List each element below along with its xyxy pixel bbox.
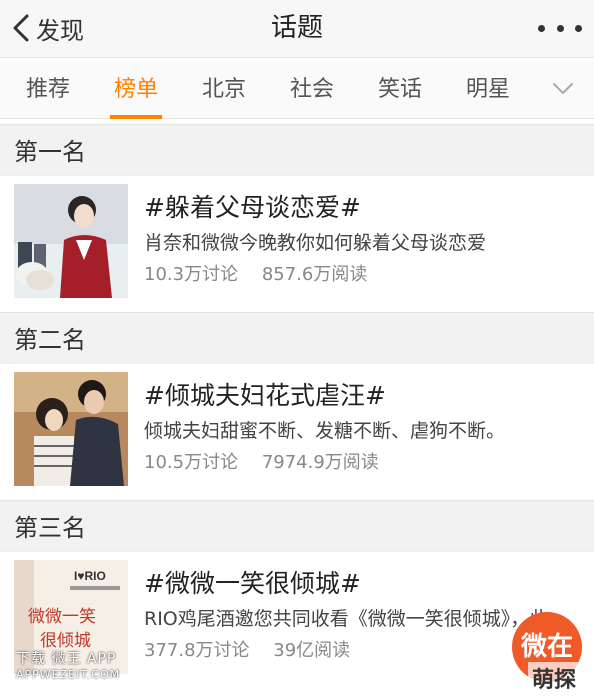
read-count: 857.6万阅读 xyxy=(261,264,368,285)
watermark-url: APPWEZEIT.COM xyxy=(16,668,121,681)
tab-celebrities[interactable]: 明星 xyxy=(456,59,520,119)
discussion-count: 377.8万讨论 xyxy=(144,640,250,661)
thumb-caption-line1: 微微一笑 xyxy=(28,607,96,627)
topic-stats: 10.3万讨论 857.6万阅读 xyxy=(144,260,367,286)
rank-heading-label: 第一名 xyxy=(14,138,86,166)
topic-card-1[interactable]: #躲着父母谈恋爱# 肖奈和微微今晚教你如何躲着父母谈恋爱 10.3万讨论 857… xyxy=(0,176,594,308)
read-count: 39亿阅读 xyxy=(273,640,351,661)
rank-heading-label: 第二名 xyxy=(14,326,86,354)
tab-jokes[interactable]: 笑话 xyxy=(368,59,432,119)
topic-title[interactable]: #躲着父母谈恋爱# xyxy=(144,188,361,224)
topic-thumbnail xyxy=(14,184,128,298)
topic-card-2[interactable]: #倾城夫妇花式虐汪# 倾城夫妇甜蜜不断、发糖不断、虐狗不断。 10.5万讨论 7… xyxy=(0,364,594,496)
tab-bar: 推荐 榜单 北京 社会 笑话 明星 xyxy=(0,59,594,119)
tab-ranking[interactable]: 榜单 xyxy=(104,59,168,119)
corner-logo: 萌探说 xyxy=(528,662,594,696)
rank-heading-2: 第二名 xyxy=(0,312,594,364)
discussion-count: 10.3万讨论 xyxy=(144,264,239,285)
thumb-brand: I♥RIO xyxy=(74,569,106,583)
topic-thumbnail xyxy=(14,372,128,486)
topic-title[interactable]: #倾城夫妇花式虐汪# xyxy=(144,376,386,412)
page-title: 话题 xyxy=(270,13,323,43)
read-count: 7974.9万阅读 xyxy=(261,452,379,473)
tab-society[interactable]: 社会 xyxy=(280,59,344,119)
more-dots-icon[interactable] xyxy=(538,13,582,43)
topic-title[interactable]: #微微一笑很倾城# xyxy=(144,564,361,600)
discussion-count: 10.5万讨论 xyxy=(144,452,239,473)
rank-heading-label: 第三名 xyxy=(14,514,86,542)
nav-bar: 发现 话题 xyxy=(0,0,594,58)
chevron-down-icon[interactable] xyxy=(552,77,574,99)
topic-stats: 377.8万讨论 39亿阅读 xyxy=(144,636,350,662)
tab-recommend[interactable]: 推荐 xyxy=(16,59,80,119)
topic-stats: 10.5万讨论 7974.9万阅读 xyxy=(144,448,379,474)
watermark: 下载 微王 APP xyxy=(16,651,117,667)
topic-description: 倾城夫妇甜蜜不断、发糖不断、虐狗不断。 xyxy=(144,420,506,442)
rank-heading-1: 第一名 xyxy=(0,124,594,176)
rank-heading-3: 第三名 xyxy=(0,500,594,552)
topic-description: 肖奈和微微今晚教你如何躲着父母谈恋爱 xyxy=(144,232,487,254)
tab-beijing[interactable]: 北京 xyxy=(192,59,256,119)
